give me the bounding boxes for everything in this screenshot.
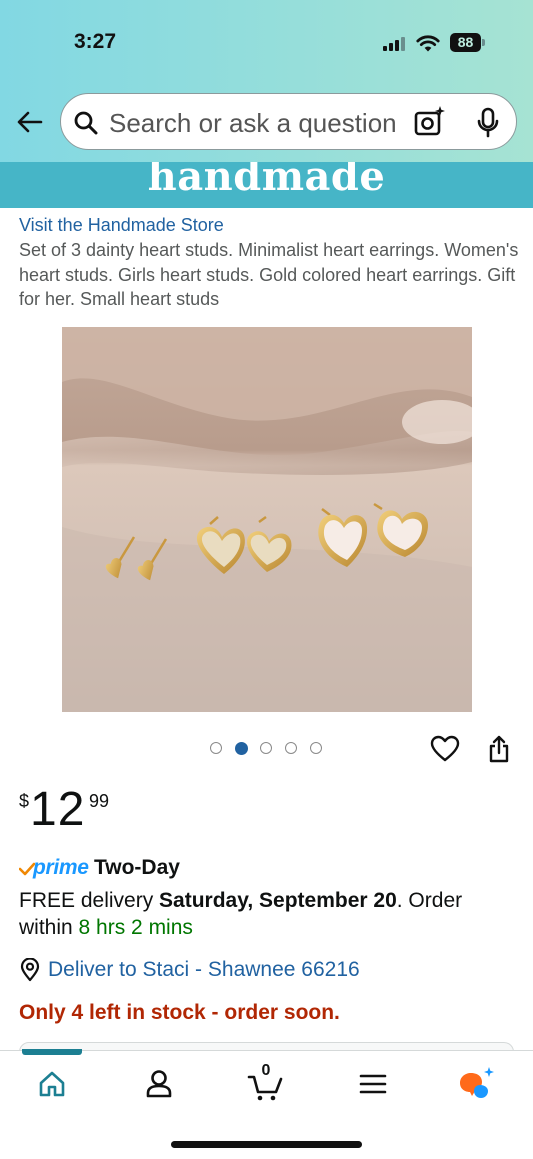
- carousel-dot-4[interactable]: [285, 742, 297, 754]
- prime-speed: Two-Day: [94, 856, 180, 879]
- back-arrow-icon[interactable]: [14, 106, 46, 138]
- image-carousel-dots[interactable]: [207, 741, 327, 757]
- carousel-dot-5[interactable]: [310, 742, 322, 754]
- price-whole: 12: [30, 783, 86, 836]
- product-title: Set of 3 dainty heart studs. Minimalist …: [19, 240, 519, 309]
- deliver-to-text[interactable]: Deliver to Staci - Shawnee 66216: [48, 958, 360, 982]
- carousel-dot-1[interactable]: [210, 742, 222, 754]
- product-image[interactable]: [62, 327, 472, 712]
- battery-icon: 88: [450, 33, 486, 52]
- status-time: 3:27: [74, 30, 117, 53]
- camera-icon[interactable]: [413, 105, 447, 137]
- share-icon[interactable]: [487, 734, 511, 764]
- cart-tab[interactable]: 0: [246, 1062, 286, 1104]
- search-icon: [74, 111, 98, 135]
- store-link[interactable]: Visit the Handmade Store: [19, 215, 224, 236]
- app-header: 3:27 88 Search or ask a question: [0, 0, 533, 162]
- stock-status: Only 4 left in stock - order soon.: [19, 1001, 340, 1024]
- delivery-info: FREE delivery Saturday, September 20. Or…: [19, 887, 499, 941]
- carousel-dot-3[interactable]: [260, 742, 272, 754]
- cart-count: 0: [261, 1062, 271, 1079]
- banner-text: handmade: [147, 162, 386, 200]
- location-pin-icon: [20, 958, 40, 982]
- mic-icon[interactable]: [475, 107, 501, 139]
- search-bar[interactable]: Search or ask a question: [60, 93, 517, 150]
- menu-icon[interactable]: [353, 1064, 393, 1104]
- battery-level: 88: [450, 33, 481, 52]
- delivery-countdown: 8 hrs 2 mins: [78, 916, 193, 939]
- cellular-signal-icon: [383, 35, 409, 51]
- home-indicator: [171, 1141, 362, 1148]
- handmade-banner[interactable]: handmade: [0, 162, 533, 208]
- rufus-icon[interactable]: [457, 1064, 497, 1104]
- delivery-date: Saturday, September 20: [159, 889, 397, 912]
- account-icon[interactable]: [139, 1064, 179, 1104]
- delivery-prefix: FREE delivery: [19, 889, 160, 912]
- home-icon[interactable]: [32, 1064, 72, 1104]
- search-input[interactable]: Search or ask a question: [109, 108, 415, 139]
- active-tab-indicator: [22, 1049, 82, 1055]
- price-fraction: 99: [89, 791, 110, 811]
- heart-icon[interactable]: [430, 735, 460, 763]
- prime-label: prime: [33, 856, 89, 879]
- price-currency: $: [19, 791, 30, 811]
- carousel-dot-2[interactable]: [235, 741, 248, 755]
- wifi-icon: [416, 35, 440, 52]
